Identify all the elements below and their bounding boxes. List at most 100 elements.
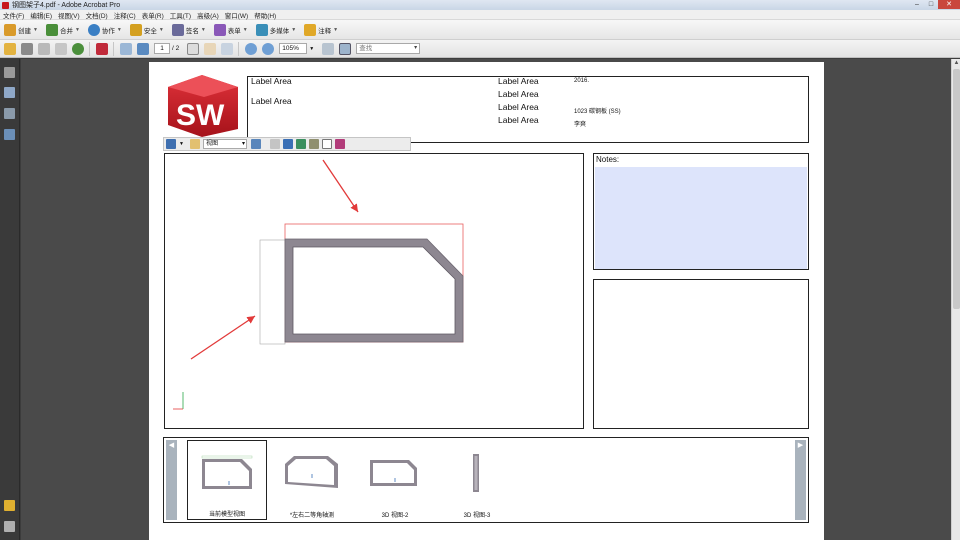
frame-inner — [292, 246, 456, 335]
form-icon — [213, 23, 226, 36]
home-view-icon[interactable] — [189, 139, 200, 149]
annotation-arrow — [322, 159, 359, 213]
3d-model-view — [173, 159, 464, 410]
menu-comments[interactable]: 注释(C) — [114, 10, 136, 20]
view-select[interactable]: 视图 — [202, 139, 247, 149]
vertical-scrollbar[interactable]: ▲ — [951, 59, 960, 540]
label-area: Label Area — [251, 76, 292, 86]
background-color-icon[interactable] — [321, 139, 332, 149]
view-thumbnail[interactable]: 当前模型视图 — [187, 440, 267, 520]
minimize-button[interactable]: – — [910, 0, 924, 9]
date-value: 2016. — [574, 78, 590, 84]
view-thumbnail[interactable]: *左右二等角轴测 — [272, 440, 352, 520]
model-tree-icon[interactable] — [4, 129, 15, 140]
pen-icon — [171, 23, 184, 36]
title-bar: 钢图架子4.pdf - Adobe Acrobat Pro – □ ✕ — [0, 0, 960, 10]
notes-panel: Notes: — [593, 153, 809, 270]
annotation-arrow — [190, 315, 256, 360]
tasks-toolbar: 创建 ▼ 合并 ▼ 协作 ▼ 安全 ▼ 签名 ▼ 表单 ▼ 多媒体 ▼ 注释 ▼ — [0, 20, 960, 40]
open-folder-icon[interactable] — [4, 42, 16, 55]
chevron-down-icon[interactable]: ▼ — [179, 141, 184, 147]
create-button[interactable]: 创建 ▼ — [4, 23, 38, 36]
cube-icon[interactable] — [282, 139, 293, 149]
chevron-down-icon: ▼ — [116, 26, 122, 33]
lighting-icon[interactable] — [308, 139, 319, 149]
find-input[interactable]: 查找 — [356, 43, 421, 54]
thumbnail-label: 当前模型视图 — [208, 512, 245, 518]
3d-viewport[interactable] — [164, 153, 584, 429]
toolbar-divider — [89, 41, 90, 56]
chevron-down-icon: ▼ — [242, 26, 248, 33]
multimedia-icon — [255, 23, 268, 36]
cross-section-icon[interactable] — [334, 139, 345, 149]
menu-forms[interactable]: 表单(R) — [142, 10, 164, 20]
menu-tools[interactable]: 工具(T) — [170, 10, 191, 20]
menu-help[interactable]: 帮助(H) — [254, 10, 276, 20]
sign-button[interactable]: 签名 ▼ — [171, 23, 206, 36]
scrollbar-thumb[interactable] — [953, 69, 960, 309]
chevron-down-icon: ▼ — [291, 26, 297, 33]
globe-icon[interactable] — [72, 42, 84, 55]
hand-tool-icon[interactable] — [204, 42, 217, 55]
menu-edit[interactable]: 编辑(E) — [30, 10, 52, 20]
arrow-right-icon: ▶ — [797, 442, 804, 449]
scroll-up-icon[interactable]: ▲ — [953, 60, 960, 67]
next-page-icon[interactable] — [137, 42, 149, 55]
chevron-down-icon: ▼ — [200, 26, 206, 33]
marquee-zoom-icon[interactable] — [221, 42, 234, 55]
menu-document[interactable]: 文档(D) — [86, 10, 108, 20]
side-face-outline — [259, 239, 286, 345]
zoom-in-icon[interactable] — [262, 42, 275, 55]
save-icon[interactable] — [38, 42, 50, 55]
attachments-icon[interactable] — [4, 521, 15, 532]
strip-scroll-right[interactable]: ▶ — [795, 440, 806, 520]
play-icon[interactable] — [269, 139, 280, 149]
print-icon[interactable] — [21, 42, 33, 55]
forms-button[interactable]: 表单 ▼ — [213, 23, 248, 36]
3d-toolbar: ▼ 视图 — [163, 137, 411, 151]
comment-button[interactable]: 注释 ▼ — [304, 23, 339, 36]
redact-icon[interactable] — [96, 42, 108, 55]
menu-window[interactable]: 窗口(W) — [225, 10, 248, 20]
collaborate-button[interactable]: 协作 ▼ — [87, 23, 122, 36]
maximize-button[interactable]: □ — [924, 0, 938, 9]
bookmarks-icon[interactable] — [4, 87, 15, 98]
strip-scroll-left[interactable]: ◀ — [166, 440, 177, 520]
multimedia-button[interactable]: 多媒体 ▼ — [255, 23, 297, 36]
combine-button[interactable]: 合并 ▼ — [45, 23, 80, 36]
thumbnail-image — [201, 455, 253, 489]
view-thumbnail[interactable]: 3D 视图-2 — [355, 440, 435, 520]
material-value: 1023 碳钢板 (SS) — [574, 109, 621, 115]
view-thumbnail[interactable]: 3D 视图-3 — [437, 440, 517, 520]
comment-icon — [304, 23, 317, 36]
close-button[interactable]: ✕ — [938, 0, 960, 9]
solidworks-logo: SW — [168, 75, 238, 137]
menu-advanced[interactable]: 高级(A) — [197, 10, 219, 20]
page-number-input[interactable]: 1 — [154, 43, 170, 54]
model-tree-toggle-icon[interactable] — [250, 139, 261, 149]
zoom-out-icon[interactable] — [245, 42, 258, 55]
navigation-toolbar: 1 / 2 105% ▼ 查找 — [0, 40, 960, 58]
thumbnail-label: *左右二等角轴测 — [289, 513, 335, 519]
email-icon[interactable] — [55, 42, 67, 55]
page-total: / 2 — [172, 45, 180, 52]
info-panel — [593, 279, 809, 429]
select-tool-icon[interactable] — [187, 42, 200, 55]
rotate-icon[interactable] — [166, 139, 176, 149]
notes-text-area[interactable] — [595, 167, 807, 269]
fit-width-icon[interactable] — [339, 42, 352, 55]
previous-page-icon[interactable] — [120, 42, 132, 55]
fit-page-icon[interactable] — [322, 42, 335, 55]
chevron-down-icon: ▼ — [333, 26, 339, 33]
comments-panel-icon[interactable] — [4, 500, 15, 511]
menu-view[interactable]: 视图(V) — [58, 10, 80, 20]
chevron-down-icon[interactable]: ▼ — [309, 46, 314, 52]
label-area: Label Area — [498, 115, 539, 125]
security-button[interactable]: 安全 ▼ — [129, 23, 164, 36]
pages-icon[interactable] — [4, 67, 15, 78]
menu-file[interactable]: 文件(F) — [3, 10, 24, 20]
acrobat-icon — [2, 1, 9, 9]
render-mode-icon[interactable] — [295, 139, 306, 149]
zoom-level-input[interactable]: 105% — [279, 43, 308, 54]
signatures-icon[interactable] — [4, 108, 15, 119]
